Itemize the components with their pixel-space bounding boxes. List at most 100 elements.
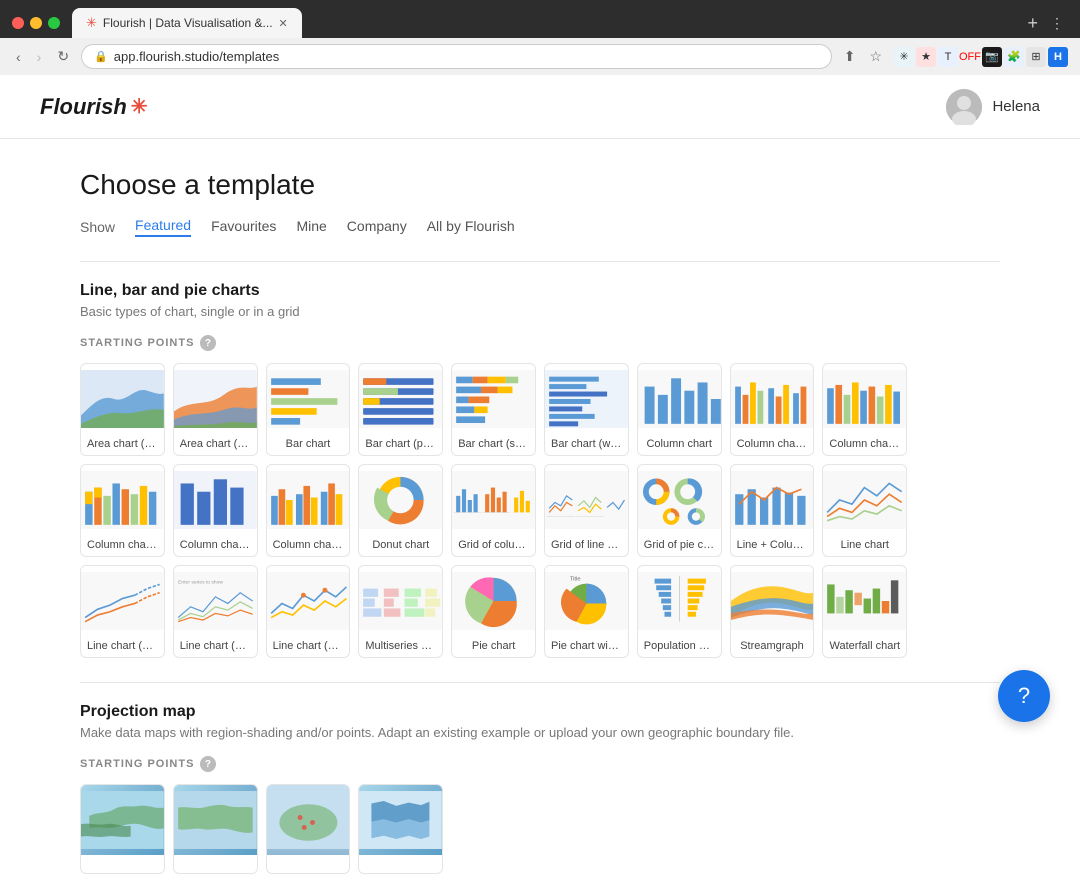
- tab-featured[interactable]: Featured: [135, 217, 191, 237]
- template-label: Population pyra...: [638, 636, 721, 657]
- template-bar[interactable]: Bar chart: [266, 363, 351, 456]
- template-grid-row2: Column chart (s... Column chart (... Col…: [80, 464, 1000, 557]
- address-bar[interactable]: 🔒 app.flourish.studio/templates: [81, 44, 832, 69]
- template-streamgraph[interactable]: Streamgraph: [730, 565, 815, 658]
- template-bar-prop[interactable]: Bar chart (prop...: [358, 363, 443, 456]
- back-btn[interactable]: ‹: [12, 47, 25, 67]
- page: Flourish✳ Helena Choose a template Show …: [0, 75, 1080, 894]
- template-waterfall[interactable]: Waterfall chart: [822, 565, 907, 658]
- template-donut[interactable]: Donut chart: [358, 464, 443, 557]
- reload-btn[interactable]: ↻: [53, 46, 73, 67]
- template-label: Bar chart: [267, 434, 350, 455]
- template-label: Streamgraph: [731, 636, 814, 657]
- starting-points-label: STARTING POINTS ?: [80, 335, 1000, 351]
- template-line-proj[interactable]: Line chart (proj...: [80, 565, 165, 658]
- map-template-2[interactable]: [173, 784, 258, 874]
- starting-points-map-label: STARTING POINTS ?: [80, 756, 1000, 772]
- template-label: Grid of line charts: [545, 535, 628, 556]
- tab-favicon: ✳: [86, 15, 97, 31]
- map-template-3[interactable]: [266, 784, 351, 874]
- template-line-col[interactable]: Line + Column: [730, 464, 815, 557]
- bookmark-icon[interactable]: ☆: [865, 46, 886, 67]
- template-label: Column chart (g...: [731, 434, 814, 455]
- map-template-1[interactable]: [80, 784, 165, 874]
- template-column-dots[interactable]: Column chart (...: [822, 363, 907, 456]
- template-column-g[interactable]: Column chart (g...: [730, 363, 815, 456]
- help-icon-map[interactable]: ?: [200, 756, 216, 772]
- ext-icon-1[interactable]: ✳: [894, 47, 914, 67]
- template-pie[interactable]: Pie chart: [451, 565, 536, 658]
- template-label: Area chart (pro...: [81, 434, 164, 455]
- template-column-2[interactable]: Column chart (...: [173, 464, 258, 557]
- logo[interactable]: Flourish✳: [40, 94, 148, 120]
- template-label: Grid of pie charts: [638, 535, 721, 556]
- user-avatar[interactable]: [946, 89, 982, 125]
- template-line[interactable]: Line chart: [822, 464, 907, 557]
- main-content: Choose a template Show Featured Favourit…: [40, 139, 1040, 894]
- template-label: Line chart (sear...: [174, 636, 257, 657]
- forward-btn[interactable]: ›: [33, 47, 46, 67]
- page-title: Choose a template: [80, 169, 1000, 201]
- template-label: Pie chart with ti...: [545, 636, 628, 657]
- svg-text:Enter series to show: Enter series to show: [178, 580, 223, 586]
- section-desc-line-bar-pie: Basic types of chart, single or in a gri…: [80, 304, 1000, 319]
- toolbar-actions: ⬆ ☆: [840, 46, 886, 67]
- tab-favourites[interactable]: Favourites: [211, 218, 276, 236]
- site-header: Flourish✳ Helena: [0, 75, 1080, 139]
- ext-icon-puzzle[interactable]: 🧩: [1004, 47, 1024, 67]
- user-section: Helena: [946, 89, 1040, 125]
- help-icon[interactable]: ?: [200, 335, 216, 351]
- tab-company[interactable]: Company: [347, 218, 407, 236]
- map-template-4[interactable]: [358, 784, 443, 874]
- fullscreen-window-btn[interactable]: [48, 17, 60, 29]
- template-label: Pie chart: [452, 636, 535, 657]
- template-area-pro[interactable]: Area chart (pro...: [80, 363, 165, 456]
- template-column[interactable]: Column chart: [637, 363, 722, 456]
- template-area-stac[interactable]: Area chart (stac...: [173, 363, 258, 456]
- minimize-window-btn[interactable]: [30, 17, 42, 29]
- template-grid-pie[interactable]: Grid of pie charts: [637, 464, 722, 557]
- template-column-s[interactable]: Column chart (s...: [80, 464, 165, 557]
- map-template-row: [80, 784, 1000, 874]
- close-window-btn[interactable]: [12, 17, 24, 29]
- ext-icon-profile[interactable]: H: [1048, 47, 1068, 67]
- tab-close-icon[interactable]: ✕: [279, 17, 288, 30]
- traffic-lights[interactable]: [12, 17, 60, 29]
- template-multiseries[interactable]: Multiseries grid: [358, 565, 443, 658]
- new-tab-btn[interactable]: +: [1019, 9, 1046, 38]
- lock-icon: 🔒: [94, 50, 108, 63]
- share-icon[interactable]: ⬆: [840, 46, 860, 67]
- section-title-projection-map: Projection map: [80, 703, 1000, 721]
- tab-all[interactable]: All by Flourish: [427, 218, 515, 236]
- template-line-with[interactable]: Line chart (with ...: [266, 565, 351, 658]
- browser-menu-btn[interactable]: ⋮: [1046, 11, 1068, 36]
- template-label: Line chart (proj...: [81, 636, 164, 657]
- ext-icon-grid[interactable]: ⊞: [1026, 47, 1046, 67]
- template-label: Column chart (s...: [81, 535, 164, 556]
- template-bar-stack[interactable]: Bar chart (stack...: [451, 363, 536, 456]
- template-grid-row3: Line chart (proj... Enter series to show…: [80, 565, 1000, 658]
- template-label: Multiseries grid: [359, 636, 442, 657]
- template-grid-line[interactable]: Grid of line charts: [544, 464, 629, 557]
- logo-star-icon: ✳: [131, 94, 148, 119]
- template-label: Column chart (...: [174, 535, 257, 556]
- active-browser-tab[interactable]: ✳ Flourish | Data Visualisation &... ✕: [72, 8, 302, 38]
- ext-icon-cam[interactable]: 📷: [982, 47, 1002, 67]
- ext-icon-3[interactable]: T: [938, 47, 958, 67]
- template-column-3[interactable]: Column chart (...: [266, 464, 351, 557]
- template-pie-ti[interactable]: Title Pie chart with ti...: [544, 565, 629, 658]
- chat-button[interactable]: ?: [998, 670, 1050, 722]
- template-label: Column chart: [638, 434, 721, 455]
- template-label: Bar chart (stack...: [452, 434, 535, 455]
- tab-mine[interactable]: Mine: [296, 218, 326, 236]
- template-label: Waterfall chart: [823, 636, 906, 657]
- template-grid-col[interactable]: Grid of column ...: [451, 464, 536, 557]
- template-label: Column chart (...: [823, 434, 906, 455]
- template-bar-with[interactable]: Bar chart (with ...: [544, 363, 629, 456]
- template-line-sear[interactable]: Enter series to show Line chart (sear...: [173, 565, 258, 658]
- template-label: Area chart (stac...: [174, 434, 257, 455]
- show-bar: Show Featured Favourites Mine Company Al…: [80, 217, 1000, 237]
- template-population[interactable]: Population pyra...: [637, 565, 722, 658]
- ext-icon-off[interactable]: OFF: [960, 47, 980, 67]
- ext-icon-2[interactable]: ★: [916, 47, 936, 67]
